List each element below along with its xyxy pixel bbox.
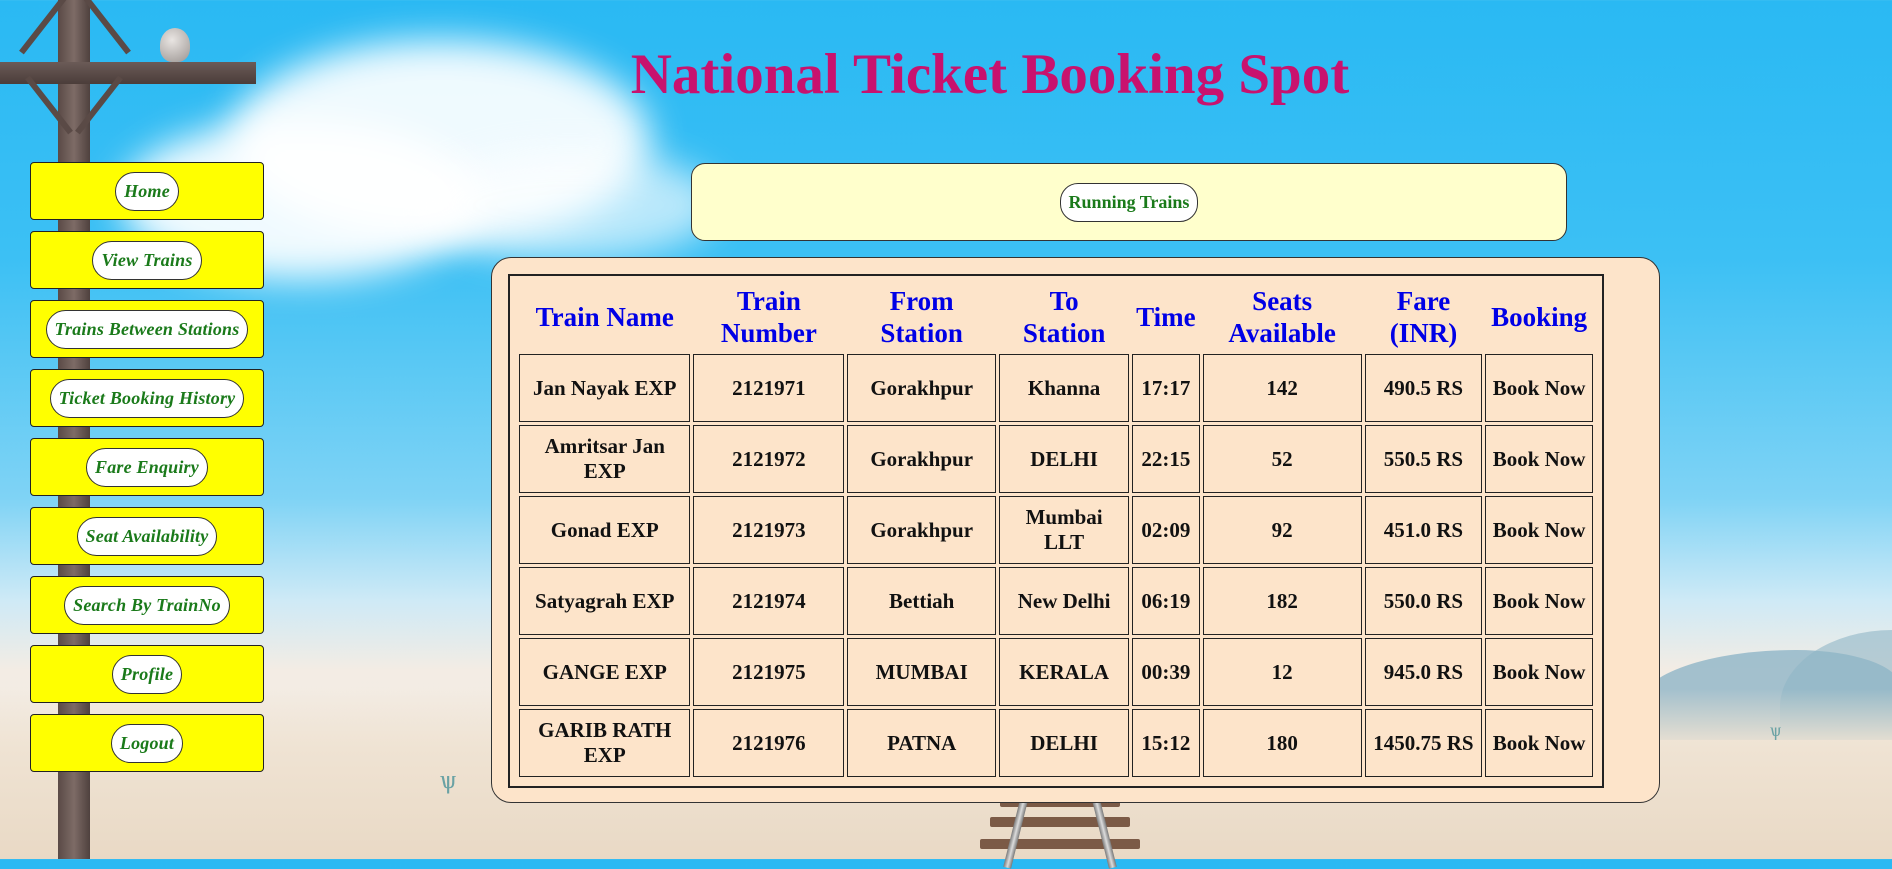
from-station-cell: PATNA bbox=[847, 709, 997, 777]
fare-cell: 451.0 RS bbox=[1364, 496, 1483, 564]
book-now-link[interactable]: Book Now bbox=[1485, 354, 1593, 422]
fare-cell: 550.0 RS bbox=[1364, 567, 1483, 635]
sidebar-item-label[interactable]: View Trains bbox=[92, 240, 202, 280]
table-row: GANGE EXP 2121975 MUMBAI KERALA 00:39 12… bbox=[519, 638, 1593, 706]
train-number-cell: 2121972 bbox=[693, 425, 845, 493]
sidebar-item-profile[interactable]: Profile bbox=[30, 645, 264, 703]
time-cell: 15:12 bbox=[1132, 709, 1200, 777]
sidebar-item-trains-between-stations[interactable]: Trains Between Stations bbox=[30, 300, 264, 358]
sidebar-item-label[interactable]: Home bbox=[115, 171, 179, 211]
sidebar-item-search-by-trainno[interactable]: Search By TrainNo bbox=[30, 576, 264, 634]
header-train-number: Train Number bbox=[720, 286, 817, 348]
sidebar-item-logout[interactable]: Logout bbox=[30, 714, 264, 772]
seats-cell: 182 bbox=[1202, 567, 1362, 635]
header-to-station: To Station bbox=[1022, 286, 1106, 348]
time-cell: 17:17 bbox=[1132, 354, 1200, 422]
to-station-cell: DELHI bbox=[999, 425, 1130, 493]
time-cell: 02:09 bbox=[1132, 496, 1200, 564]
train-number-cell: 2121973 bbox=[693, 496, 845, 564]
page-title: National Ticket Booking Spot bbox=[630, 43, 1350, 106]
to-station-cell: KERALA bbox=[999, 638, 1130, 706]
time-cell: 00:39 bbox=[1132, 638, 1200, 706]
table-row: GARIB RATH EXP 2121976 PATNA DELHI 15:12… bbox=[519, 709, 1593, 777]
table-row: Jan Nayak EXP 2121971 Gorakhpur Khanna 1… bbox=[519, 354, 1593, 422]
fare-cell: 945.0 RS bbox=[1364, 638, 1483, 706]
to-station-cell: Mumbai LLT bbox=[999, 496, 1130, 564]
from-station-cell: Gorakhpur bbox=[847, 425, 997, 493]
seats-cell: 12 bbox=[1202, 638, 1362, 706]
trains-table-panel: Train Name Train Number From Station To Sta… bbox=[491, 257, 1660, 803]
running-trains-banner: Running Trains bbox=[691, 163, 1567, 241]
book-now-link[interactable]: Book Now bbox=[1485, 567, 1593, 635]
sidebar-item-label[interactable]: Logout bbox=[110, 723, 184, 763]
from-station-cell: Gorakhpur bbox=[847, 354, 997, 422]
train-name-cell: Satyagrah EXP bbox=[519, 567, 691, 635]
header-booking: Booking bbox=[1491, 302, 1588, 332]
train-name-cell: GARIB RATH EXP bbox=[519, 709, 691, 777]
from-station-cell: MUMBAI bbox=[847, 638, 997, 706]
table-row: Gonad EXP 2121973 Gorakhpur Mumbai LLT 0… bbox=[519, 496, 1593, 564]
table-row: Satyagrah EXP 2121974 Bettiah New Delhi … bbox=[519, 567, 1593, 635]
from-station-cell: Gorakhpur bbox=[847, 496, 997, 564]
train-number-cell: 2121974 bbox=[693, 567, 845, 635]
running-trains-label: Running Trains bbox=[1059, 182, 1199, 222]
book-now-link[interactable]: Book Now bbox=[1485, 709, 1593, 777]
train-name-cell: Amritsar Jan EXP bbox=[519, 425, 691, 493]
book-now-link[interactable]: Book Now bbox=[1485, 496, 1593, 564]
train-name-cell: GANGE EXP bbox=[519, 638, 691, 706]
seats-cell: 180 bbox=[1202, 709, 1362, 777]
to-station-cell: New Delhi bbox=[999, 567, 1130, 635]
seats-cell: 52 bbox=[1202, 425, 1362, 493]
header-time: Time bbox=[1136, 302, 1196, 332]
fare-cell: 550.5 RS bbox=[1364, 425, 1483, 493]
sidebar-item-ticket-booking-history[interactable]: Ticket Booking History bbox=[30, 369, 264, 427]
train-name-cell: Jan Nayak EXP bbox=[519, 354, 691, 422]
sidebar-item-seat-availability[interactable]: Seat Availability bbox=[30, 507, 264, 565]
to-station-cell: DELHI bbox=[999, 709, 1130, 777]
header-seats-available: Seats Available bbox=[1228, 286, 1336, 348]
table-row: Amritsar Jan EXP 2121972 Gorakhpur DELHI… bbox=[519, 425, 1593, 493]
header-from-station: From Station bbox=[880, 286, 963, 348]
sidebar-item-label[interactable]: Search By TrainNo bbox=[64, 585, 230, 625]
train-number-cell: 2121976 bbox=[693, 709, 845, 777]
train-number-cell: 2121971 bbox=[693, 354, 845, 422]
sidebar-item-fare-enquiry[interactable]: Fare Enquiry bbox=[30, 438, 264, 496]
header-fare: Fare (INR) bbox=[1389, 286, 1458, 348]
sidebar-item-label[interactable]: Profile bbox=[111, 654, 183, 694]
time-cell: 06:19 bbox=[1132, 567, 1200, 635]
header-train-name: Train Name bbox=[535, 302, 674, 332]
fare-cell: 490.5 RS bbox=[1364, 354, 1483, 422]
book-now-link[interactable]: Book Now bbox=[1485, 638, 1593, 706]
train-name-cell: Gonad EXP bbox=[519, 496, 691, 564]
book-now-link[interactable]: Book Now bbox=[1485, 425, 1593, 493]
trains-table: Train Name Train Number From Station To Sta… bbox=[508, 274, 1604, 788]
train-number-cell: 2121975 bbox=[693, 638, 845, 706]
table-header-row: Train Name Train Number From Station To Sta… bbox=[519, 285, 1593, 351]
sidebar-item-label[interactable]: Fare Enquiry bbox=[86, 447, 208, 487]
seats-cell: 142 bbox=[1202, 354, 1362, 422]
seats-cell: 92 bbox=[1202, 496, 1362, 564]
from-station-cell: Bettiah bbox=[847, 567, 997, 635]
fare-cell: 1450.75 RS bbox=[1364, 709, 1483, 777]
sidebar-item-view-trains[interactable]: View Trains bbox=[30, 231, 264, 289]
sidebar-item-label[interactable]: Seat Availability bbox=[76, 516, 218, 556]
sidebar-item-label[interactable]: Ticket Booking History bbox=[49, 378, 245, 418]
sidebar-item-label[interactable]: Trains Between Stations bbox=[45, 309, 249, 349]
time-cell: 22:15 bbox=[1132, 425, 1200, 493]
sidebar-item-home[interactable]: Home bbox=[30, 162, 264, 220]
to-station-cell: Khanna bbox=[999, 354, 1130, 422]
sidebar-nav: Home View Trains Trains Between Stations… bbox=[30, 162, 264, 783]
